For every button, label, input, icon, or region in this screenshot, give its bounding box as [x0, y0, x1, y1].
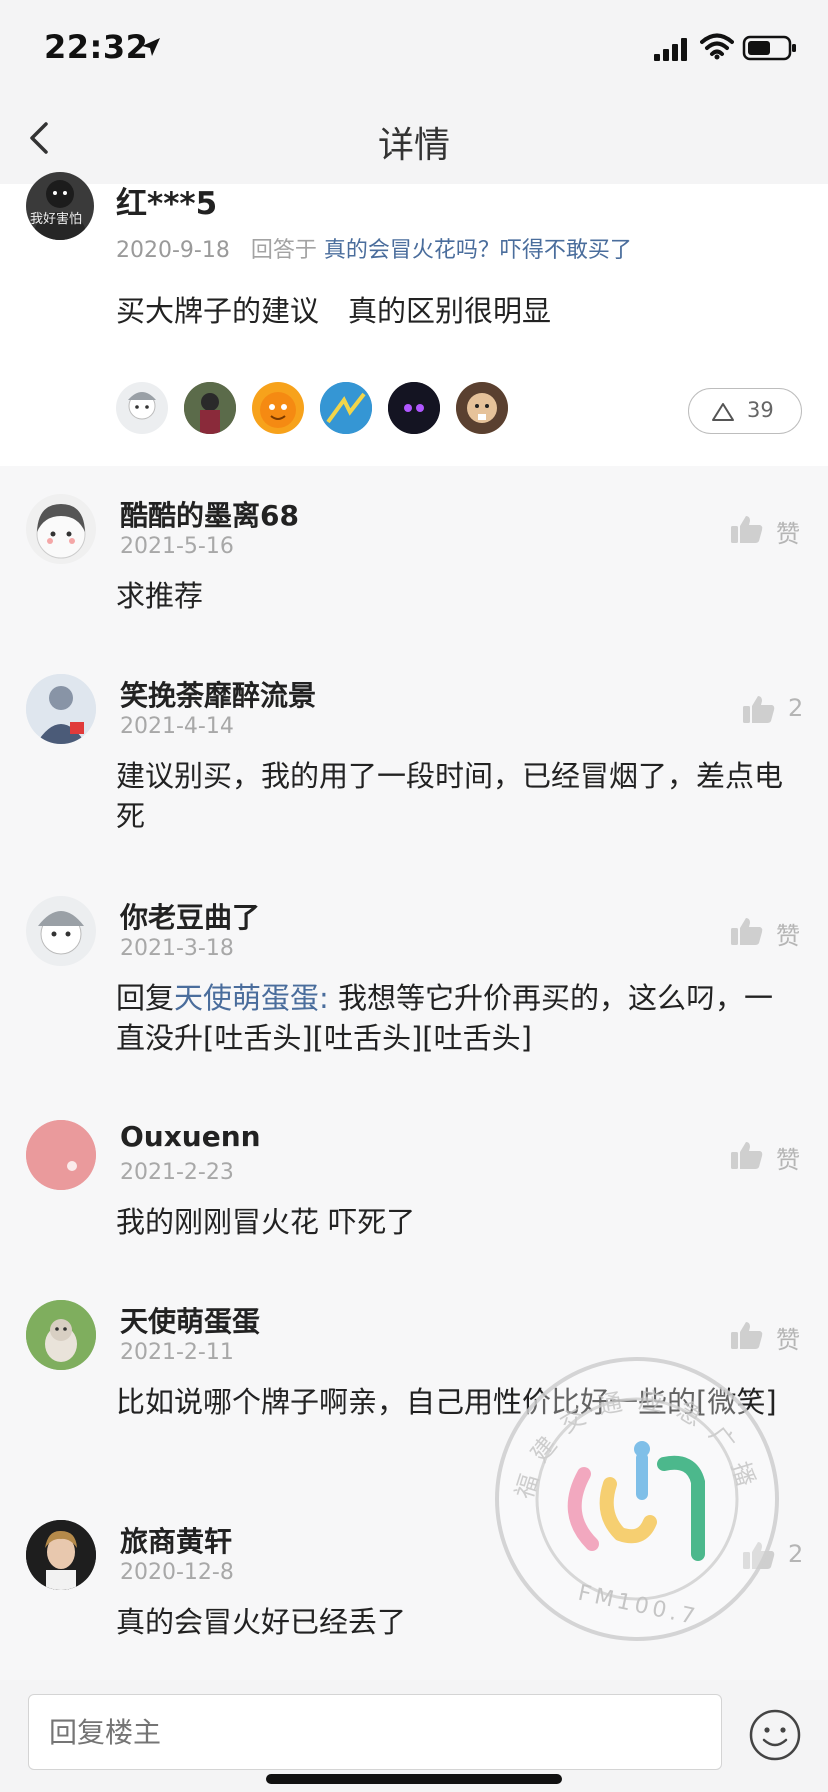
reactor-avatar[interactable] [252, 382, 304, 434]
page-title: 详情 [377, 125, 450, 166]
avatar[interactable] [26, 896, 96, 966]
status-time: 22:32 [44, 28, 149, 66]
comment-like-label: 赞 [776, 1326, 800, 1354]
avatar-caption: 我好害怕 [30, 212, 83, 227]
reply-input[interactable] [28, 1694, 722, 1770]
reply-prefix: 回复 [116, 981, 175, 1015]
post-author[interactable]: 红***5 [116, 178, 217, 223]
reactor-avatar[interactable] [184, 382, 236, 434]
battery-icon [742, 35, 796, 61]
comment-author[interactable]: 你老豆曲了 [120, 896, 260, 936]
thumbs-up-icon [731, 516, 763, 543]
comment-text: 建议别买，我的用了一段时间，已经冒烟了，差点电死 [116, 759, 784, 833]
question-link[interactable]: 真的会冒火花吗？吓得不敢买了 [324, 238, 632, 263]
reactor-avatar[interactable] [388, 382, 440, 434]
location-arrow-icon [142, 38, 160, 56]
avatar[interactable] [26, 1300, 96, 1370]
emoji-smile-icon[interactable] [748, 1708, 802, 1762]
comment-like-label: 赞 [776, 922, 800, 950]
avatar[interactable] [26, 494, 96, 564]
comment-author[interactable]: 酷酷的墨离68 [120, 494, 299, 534]
cellular-signal-icon [654, 38, 687, 61]
post-date: 2020-9-18 [116, 238, 230, 263]
comment-date: 2021-4-14 [120, 714, 234, 739]
comment-date: 2021-5-16 [120, 534, 234, 559]
post-meta: 2020-9-18 回答于 真的会冒火花吗？吓得不敢买了 [116, 232, 632, 264]
comment-text: 求推荐 [116, 579, 204, 613]
thumbs-up-icon [731, 1142, 763, 1169]
comment-like-count: 2 [788, 694, 804, 722]
comment-like-count: 2 [788, 1540, 804, 1568]
post-body: 买大牌子的建议 真的区别很明显 [116, 294, 552, 328]
top-bar: 22:32 详情 [0, 0, 828, 184]
wifi-icon [700, 33, 734, 60]
comment-text: 回复天使萌蛋蛋: 我想等它升价再买的，这么叼，一直没升[吐舌头][吐舌头][吐舌… [116, 978, 796, 1058]
comment-date: 2021-2-11 [120, 1340, 234, 1365]
comment-author[interactable]: Ouxuenn [120, 1120, 261, 1153]
thumbs-up-icon [731, 1322, 763, 1349]
avatar[interactable] [26, 1120, 96, 1190]
mention-link[interactable]: 天使萌蛋蛋: [174, 981, 329, 1015]
triangle-up-icon [712, 403, 734, 421]
comment-author[interactable]: 天使萌蛋蛋 [120, 1300, 260, 1340]
thumbs-up-icon [743, 696, 775, 723]
avatar[interactable]: 我好害怕 [26, 172, 94, 240]
home-indicator [266, 1774, 562, 1784]
comment-author[interactable]: 旅商黄轩 [120, 1520, 232, 1560]
answer-post: 我好害怕 红***5 2020-9-18 回答于 真的会冒火花吗？吓得不敢买了 … [0, 172, 828, 466]
avatar[interactable] [26, 674, 96, 744]
comment-date: 2021-3-18 [120, 936, 234, 961]
comment-date: 2021-2-23 [120, 1160, 234, 1185]
comment-date: 2020-12-8 [120, 1560, 234, 1585]
post-like-button[interactable]: 39 [688, 388, 802, 434]
station-watermark-logo: 福建交通应急广播 FM100.7 [495, 1357, 779, 1641]
post-like-count: 39 [747, 398, 774, 422]
comment-author[interactable]: 笑挽荼靡醉流景 [120, 674, 316, 714]
comment-like-label: 赞 [776, 520, 800, 548]
reactor-avatar[interactable] [456, 382, 508, 434]
avatar[interactable] [26, 1520, 96, 1590]
answer-prefix: 回答于 [250, 238, 317, 263]
reactor-avatar[interactable] [116, 382, 168, 434]
reactor-avatar[interactable] [320, 382, 372, 434]
comment-like-label: 赞 [776, 1146, 800, 1174]
thumbs-up-icon [731, 918, 763, 945]
comment-text: 我的刚刚冒火花 吓死了 [116, 1205, 416, 1239]
